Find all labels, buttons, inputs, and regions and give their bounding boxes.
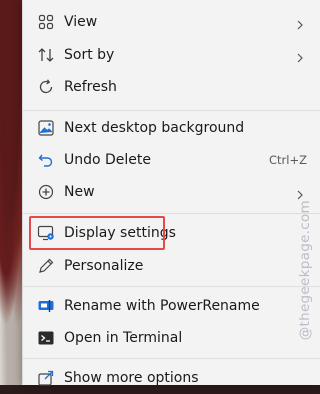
chevron-right-icon (295, 16, 305, 30)
menu-item-new-label: New (64, 184, 95, 200)
menu-item-refresh[interactable]: Refresh (23, 71, 320, 103)
powerrename-icon (37, 297, 55, 315)
menu-separator (23, 286, 320, 287)
image-next-icon (37, 119, 55, 137)
highlight-box (29, 216, 165, 250)
share-icon (37, 369, 55, 387)
menu-item-rename-with-powerrename-label: Rename with PowerRename (64, 298, 260, 314)
menu-separator (23, 213, 320, 214)
menu-item-view-label: View (64, 14, 98, 30)
menu-item-personalize[interactable]: Personalize (23, 250, 320, 282)
menu-item-open-in-terminal[interactable]: Open in Terminal (23, 322, 320, 354)
pen-icon (37, 257, 55, 275)
menu-separator (23, 358, 320, 359)
menu-separator (23, 110, 320, 111)
menu-item-next-desktop-background[interactable]: Next desktop background (23, 112, 320, 144)
menu-item-rename-with-powerrename[interactable]: Rename with PowerRename (23, 290, 320, 322)
menu-item-view[interactable]: View (23, 6, 320, 38)
undo-icon (37, 151, 55, 169)
menu-item-show-more-options-label: Show more options (64, 370, 199, 386)
menu-item-refresh-label: Refresh (64, 79, 117, 95)
menu-item-sort-by[interactable]: Sort by (23, 39, 320, 71)
terminal-icon (37, 329, 55, 347)
menu-item-next-desktop-background-label: Next desktop background (64, 120, 245, 136)
menu-item-undo-delete-label: Undo Delete (64, 152, 152, 168)
keyboard-shortcut: Ctrl+Z (269, 153, 307, 167)
chevron-right-icon (295, 186, 305, 200)
menu-item-personalize-label: Personalize (64, 258, 144, 274)
menu-item-undo-delete[interactable]: Undo Delete Ctrl+Z (23, 144, 320, 176)
menu-item-sort-by-label: Sort by (64, 47, 115, 63)
sort-arrows-icon (37, 46, 55, 64)
plus-circle-icon (37, 183, 55, 201)
menu-item-show-more-options[interactable]: Show more options (23, 362, 320, 394)
grid-icon (37, 13, 55, 31)
refresh-icon (37, 78, 55, 96)
chevron-right-icon (295, 49, 305, 63)
desktop-context-menu: View Sort by Refresh Next desktop backgr… (22, 0, 320, 386)
menu-item-new[interactable]: New (23, 176, 320, 208)
menu-item-open-in-terminal-label: Open in Terminal (64, 330, 183, 346)
watermark: @thegeekpage.com (297, 200, 313, 341)
